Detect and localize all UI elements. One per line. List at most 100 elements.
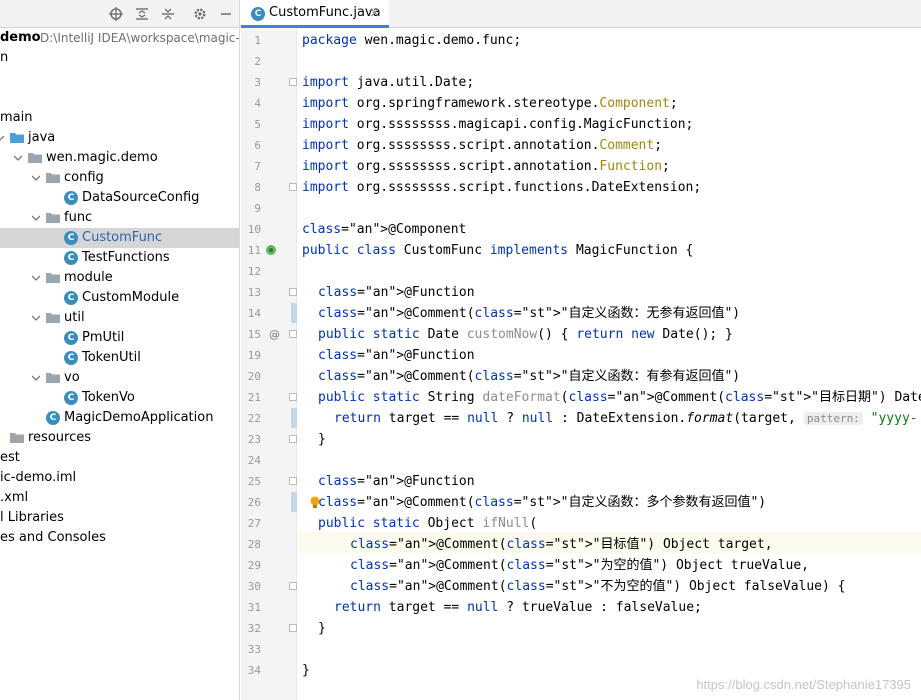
tree-item[interactable]: es and Consoles — [0, 528, 239, 548]
line-number: 25 — [247, 475, 261, 488]
code-line: public static Date customNow() { return … — [318, 324, 733, 345]
fold-marker-icon[interactable] — [289, 393, 297, 401]
line-number: 6 — [254, 139, 261, 152]
tree-item[interactable]: func — [0, 208, 239, 228]
tree-item[interactable]: resources — [0, 428, 239, 448]
code-line: import org.ssssssss.script.annotation.Co… — [302, 135, 662, 156]
tree-item[interactable]: wen.magic.demo — [0, 148, 239, 168]
watermark: https://blog.csdn.net/Stephanie17395 — [696, 677, 911, 692]
code-line-text: } — [302, 663, 310, 678]
fold-marker-icon[interactable] — [289, 330, 297, 338]
fold-marker-icon[interactable] — [289, 78, 297, 86]
tree-item[interactable]: module — [0, 268, 239, 288]
folder-icon — [46, 173, 60, 183]
tree-item[interactable] — [0, 88, 239, 108]
java-class-icon: C — [64, 251, 78, 265]
code-line: import org.ssssssss.magicapi.config.Magi… — [302, 114, 693, 135]
java-class-icon: C — [64, 331, 78, 345]
close-icon[interactable]: × — [369, 0, 381, 26]
tree-item-label: l Libraries — [0, 510, 64, 525]
code-line-text: import org.ssssssss.script.annotation.Fu… — [302, 159, 670, 174]
tree-item[interactable]: C TestFunctions — [0, 248, 239, 268]
chevron-down-icon[interactable] — [32, 174, 40, 182]
fold-marker-icon[interactable] — [289, 477, 297, 485]
line-number: 7 — [254, 160, 261, 173]
tree-item[interactable]: C MagicDemoApplication — [0, 408, 239, 428]
line-number: 10 — [247, 223, 261, 236]
tree-item-label: main — [0, 110, 33, 125]
line-number: 26 — [247, 496, 261, 509]
fold-marker-icon[interactable] — [289, 288, 297, 296]
line-number: 34 — [247, 664, 261, 677]
tree-item-label: config — [64, 170, 104, 185]
code-line: return target == null ? trueValue : fals… — [334, 597, 702, 618]
chevron-down-icon[interactable] — [14, 154, 22, 162]
change-marker — [291, 492, 297, 512]
tab-customfunc-java[interactable]: C CustomFunc.java × — [241, 0, 389, 28]
tree-item[interactable]: C CustomModule — [0, 288, 239, 308]
folder-icon — [28, 153, 42, 163]
project-root-path: D:\IntelliJ IDEA\workspace\magic-d — [40, 31, 240, 45]
code-line: class="an">@Function — [318, 345, 475, 366]
java-class-icon: C — [64, 231, 78, 245]
tree-item-label: CustomFunc — [82, 230, 163, 245]
code-line-text: class="an">@Component — [302, 222, 467, 237]
line-number: 30 — [247, 580, 261, 593]
tree-item[interactable]: C DataSourceConfig — [0, 188, 239, 208]
line-number: 21 — [247, 391, 261, 404]
tree-item-label: DataSourceConfig — [82, 190, 200, 205]
fold-marker-icon[interactable] — [289, 435, 297, 443]
editor-gutter: 1 2 3 4 5 6 7 8 9 10 11 12 13 14 15 19 20 21 22 23 24 25 26 27 2… — [241, 28, 297, 700]
tree-item-label: func — [64, 210, 93, 225]
java-class-icon: C — [64, 351, 78, 365]
code-editor[interactable]: package wen.magic.demo.func; import java.… — [298, 28, 921, 700]
tree-item[interactable]: main — [0, 108, 239, 128]
project-root-row[interactable]: demo D:\IntelliJ IDEA\workspace\magic-d — [0, 28, 240, 48]
code-line: import java.util.Date; — [302, 72, 474, 93]
tree-item[interactable]: l Libraries — [0, 508, 239, 528]
line-number: 5 — [254, 118, 261, 131]
code-line-text: import org.ssssssss.magicapi.config.Magi… — [302, 117, 694, 132]
code-line-text: class="an">@Function — [318, 348, 475, 363]
tree-item[interactable]: vo — [0, 368, 239, 388]
code-line: class="an">@Comment(class="st">"自定义函数：无参… — [318, 303, 740, 324]
code-line-text: import org.springframework.stereotype.Co… — [302, 96, 678, 111]
fold-marker-icon[interactable] — [289, 624, 297, 632]
tree-item[interactable]: n — [0, 48, 239, 68]
tree-item[interactable]: config — [0, 168, 239, 188]
chevron-down-icon[interactable] — [32, 314, 40, 322]
implements-icon[interactable] — [265, 244, 277, 256]
tree-item[interactable]: util — [0, 308, 239, 328]
chevron-down-icon[interactable] — [32, 374, 40, 382]
lightbulb-icon[interactable] — [310, 496, 320, 508]
line-number: 24 — [247, 454, 261, 467]
tree-item[interactable]: ic-demo.iml — [0, 468, 239, 488]
chevron-down-icon[interactable] — [0, 134, 4, 142]
expand-all-icon[interactable] — [134, 6, 150, 22]
folder-icon — [46, 373, 60, 383]
java-class-icon: C — [64, 291, 78, 305]
fold-marker-icon[interactable] — [289, 183, 297, 191]
gear-icon[interactable] — [192, 6, 208, 22]
collapse-all-icon[interactable] — [160, 6, 176, 22]
tree-item[interactable]: C TokenUtil — [0, 348, 239, 368]
tree-item[interactable]: C CustomFunc — [0, 228, 239, 248]
tree-item[interactable]: java — [0, 128, 239, 148]
tree-item[interactable]: .xml — [0, 488, 239, 508]
tree-item-label: PmUtil — [82, 330, 125, 345]
tree-item[interactable]: est — [0, 448, 239, 468]
line-number: 9 — [254, 202, 261, 215]
line-number: 12 — [247, 265, 261, 278]
line-number: 20 — [247, 370, 261, 383]
tree-item[interactable]: C PmUtil — [0, 328, 239, 348]
chevron-down-icon[interactable] — [32, 214, 40, 222]
chevron-down-icon[interactable] — [32, 274, 40, 282]
fold-marker-icon[interactable] — [289, 582, 297, 590]
code-line-text: class="an">@Comment(class="st">"自定义函数：无参… — [318, 306, 741, 321]
tree-item[interactable]: C TokenVo — [0, 388, 239, 408]
hide-panel-icon[interactable] — [218, 6, 234, 22]
folder-icon — [10, 433, 24, 443]
code-line-text: return target == null ? null : DateExten… — [334, 411, 796, 426]
locate-icon[interactable] — [108, 6, 124, 22]
tree-item[interactable] — [0, 68, 239, 88]
